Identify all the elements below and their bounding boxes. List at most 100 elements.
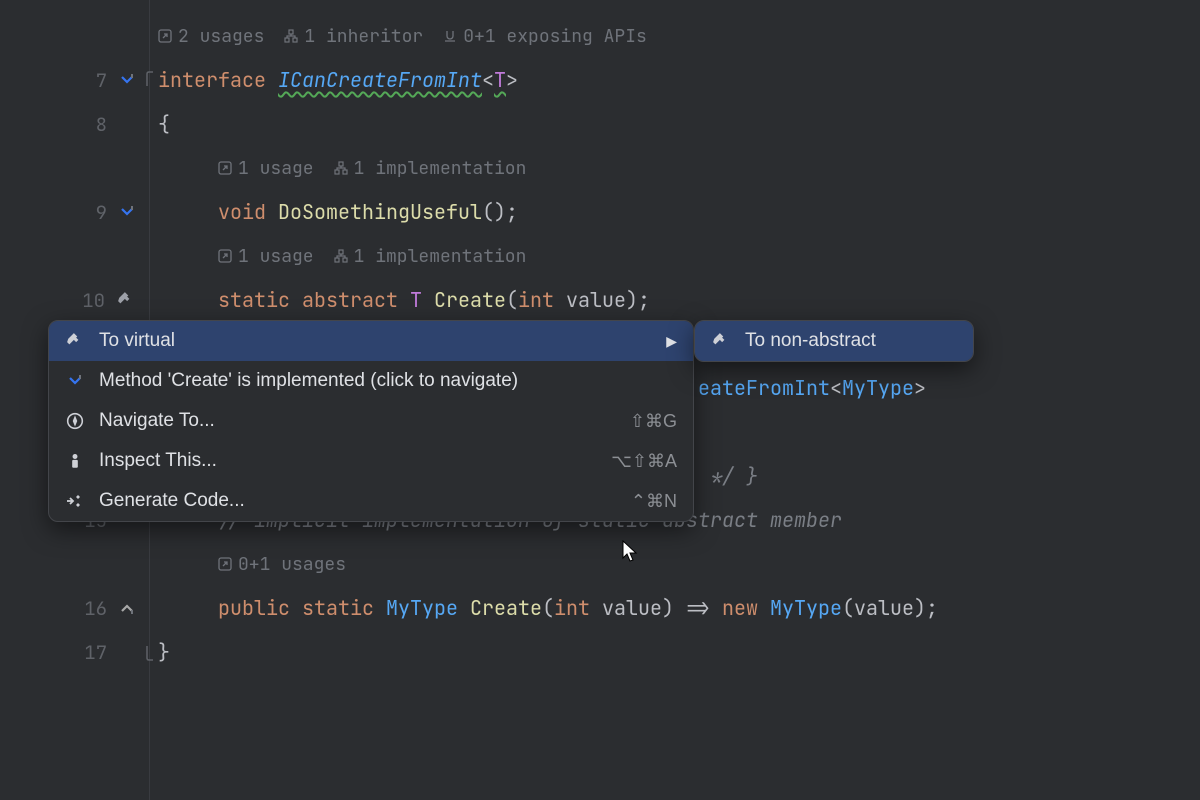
line-number: 10: [82, 288, 105, 313]
arrow-out-icon: [158, 29, 172, 43]
menu-label: To virtual: [99, 330, 652, 352]
hint-text: 1 inheritor: [304, 25, 423, 48]
keyword: public: [218, 595, 290, 621]
code-line[interactable]: static abstract T Create(int value);: [150, 278, 1200, 322]
menu-item-generate[interactable]: Generate Code... ⌃⌘N: [49, 481, 693, 521]
gutter-hints-spacer: [0, 146, 149, 190]
parameter: value: [602, 595, 662, 621]
keyword: int: [554, 595, 590, 621]
gutter-line-9[interactable]: 9: [0, 190, 149, 234]
menu-item-to-non-abstract[interactable]: To non-abstract: [695, 321, 973, 361]
hint-text: 0+1 exposing APIs: [463, 25, 647, 48]
method-name: Create: [470, 595, 542, 621]
usages-hint[interactable]: 1 usage: [218, 157, 314, 180]
menu-item-to-virtual[interactable]: To virtual ▶: [49, 321, 693, 361]
method-name: Create: [434, 287, 506, 313]
fold-marker-icon[interactable]: [145, 70, 157, 90]
code-vision-hints[interactable]: 2 usages 1 inheritor 0+1 exposing APIs: [150, 14, 1200, 58]
brace: {: [158, 111, 170, 137]
usages-hint[interactable]: 0+1 usages: [218, 553, 346, 576]
gutter-line-8[interactable]: 8: [0, 102, 149, 146]
parameter: value: [854, 595, 914, 621]
code-vision-hints[interactable]: 0+1 usages: [150, 542, 1200, 586]
implemented-down-icon[interactable]: [119, 72, 135, 88]
line-number: 17: [84, 640, 107, 665]
menu-shortcut: ⇧⌘G: [630, 411, 677, 432]
method-name: DoSomethingUseful: [278, 199, 482, 225]
hammer-icon[interactable]: [117, 291, 135, 309]
code-line[interactable]: }: [150, 630, 1200, 674]
context-submenu[interactable]: To non-abstract: [694, 320, 974, 362]
arrow-out-icon: [218, 249, 232, 263]
menu-item-inspect[interactable]: Inspect This... ⌥⇧⌘A: [49, 441, 693, 481]
menu-item-navigate[interactable]: Navigate To... ⇧⌘G: [49, 401, 693, 441]
keyword: static: [302, 595, 374, 621]
menu-shortcut: ⌥⇧⌘A: [611, 451, 677, 472]
submenu-arrow-icon: ▶: [666, 333, 677, 350]
arrow-out-icon: [218, 557, 232, 571]
mouse-cursor-icon: [622, 540, 640, 564]
hammer-icon: [65, 331, 85, 351]
menu-label: Generate Code...: [99, 490, 617, 512]
usages-hint[interactable]: 1 usage: [218, 245, 314, 268]
line-number: 16: [84, 596, 107, 621]
line-number: 8: [96, 112, 107, 137]
arrow-out-icon: [218, 161, 232, 175]
fold-marker-icon[interactable]: [145, 642, 157, 662]
type-param: T: [410, 287, 422, 313]
context-menu[interactable]: To virtual ▶ Method 'Create' is implemen…: [48, 320, 694, 522]
keyword: new: [722, 595, 758, 621]
type-name: ICanCreateFromInt: [278, 67, 482, 93]
overrides-up-icon[interactable]: [119, 600, 135, 616]
hint-text: 1 implementation: [354, 245, 527, 268]
gutter-line-10[interactable]: 10: [0, 278, 149, 322]
inheritor-hint[interactable]: 1 inheritor: [284, 25, 423, 48]
gutter-line-7[interactable]: 7: [0, 58, 149, 102]
hint-text: 2 usages: [178, 25, 264, 48]
compass-icon: [65, 411, 85, 431]
gutter-line-16[interactable]: 16: [0, 586, 149, 630]
gutter-hints-spacer: [0, 14, 149, 58]
implemented-down-icon[interactable]: [119, 204, 135, 220]
arrow: =>: [686, 595, 710, 621]
hint-text: 1 usage: [238, 245, 314, 268]
hierarchy-icon: [334, 161, 348, 175]
menu-label: Navigate To...: [99, 410, 616, 432]
keyword: int: [518, 287, 554, 313]
code-line[interactable]: {: [150, 102, 1200, 146]
hint-text: 1 usage: [238, 157, 314, 180]
type-name: eateFromInt: [698, 375, 830, 401]
inspect-icon: [65, 451, 85, 471]
keyword: interface: [158, 67, 266, 93]
exposing-hint[interactable]: 0+1 exposing APIs: [443, 25, 647, 48]
hint-text: 0+1 usages: [238, 553, 346, 576]
usages-hint[interactable]: 2 usages: [158, 25, 264, 48]
code-vision-hints[interactable]: 1 usage 1 implementation: [150, 146, 1200, 190]
code-vision-hints[interactable]: 1 usage 1 implementation: [150, 234, 1200, 278]
type-param: T: [494, 67, 506, 93]
parameter: value: [566, 287, 626, 313]
keyword: static: [218, 287, 290, 313]
implemented-down-icon: [65, 371, 85, 391]
hierarchy-icon: [334, 249, 348, 263]
code-line[interactable]: interface ICanCreateFromInt<T>: [150, 58, 1200, 102]
brace: }: [158, 639, 170, 665]
menu-label: To non-abstract: [745, 330, 957, 352]
code-line[interactable]: public static MyType Create(int value) =…: [150, 586, 1200, 630]
api-icon: [443, 29, 457, 43]
hierarchy-icon: [284, 29, 298, 43]
menu-label: Inspect This...: [99, 450, 597, 472]
gutter-hints-spacer: [0, 542, 149, 586]
implementation-hint[interactable]: 1 implementation: [334, 245, 527, 268]
hammer-icon: [711, 331, 731, 351]
code-line[interactable]: void DoSomethingUseful();: [150, 190, 1200, 234]
menu-label: Method 'Create' is implemented (click to…: [99, 370, 677, 392]
keyword: void: [218, 199, 266, 225]
type-name: MyType: [770, 595, 842, 621]
line-number: 9: [96, 200, 107, 225]
gutter-line-17[interactable]: 17: [0, 630, 149, 674]
implementation-hint[interactable]: 1 implementation: [334, 157, 527, 180]
generate-icon: [65, 491, 85, 511]
hint-text: 1 implementation: [354, 157, 527, 180]
menu-item-implemented[interactable]: Method 'Create' is implemented (click to…: [49, 361, 693, 401]
